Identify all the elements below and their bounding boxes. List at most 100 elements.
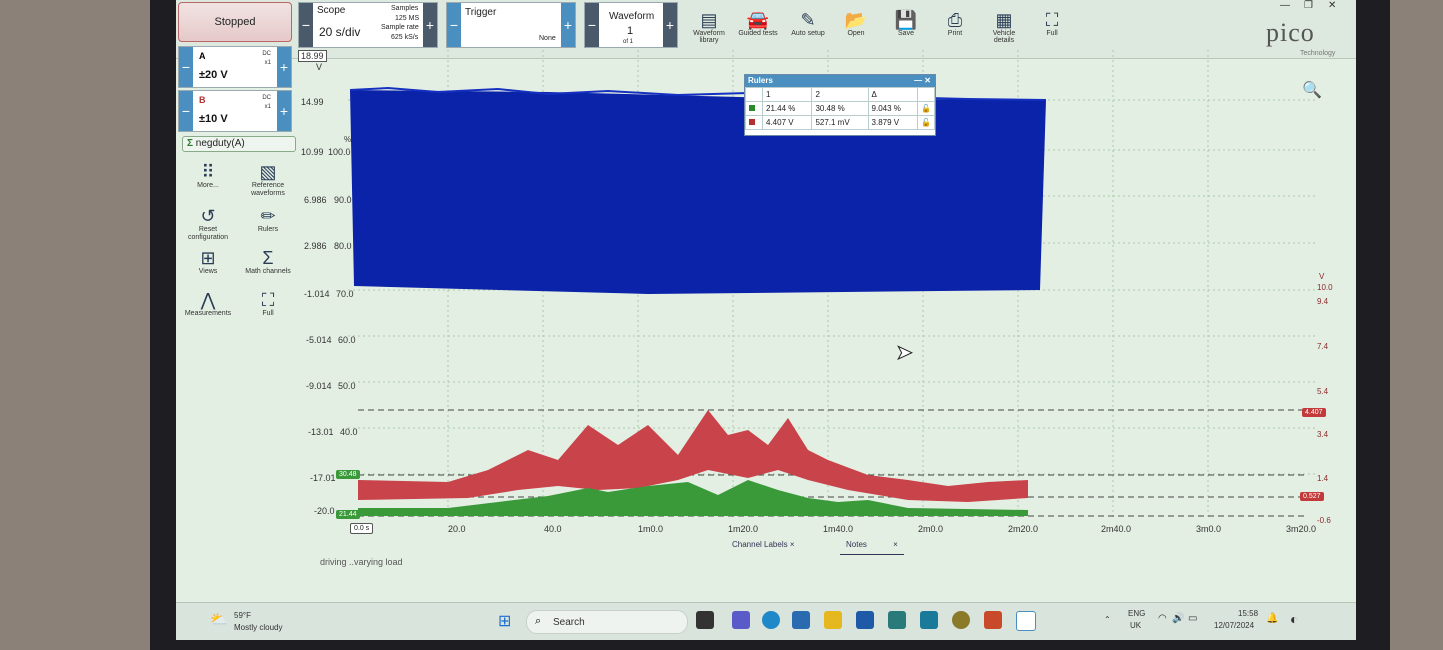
close-icon[interactable]: ✕ [1328, 0, 1336, 11]
full-button[interactable]: ⛶ Full [1032, 10, 1072, 37]
right-axis-tick: 7.4 [1317, 342, 1329, 351]
file-explorer-icon[interactable] [824, 611, 842, 629]
clock-time[interactable]: 15:58 [1238, 609, 1258, 618]
chevron-up-icon[interactable]: ⌃ [1104, 615, 1111, 624]
app-icon[interactable] [888, 611, 906, 629]
channel-a-plus-button[interactable]: + [277, 47, 291, 87]
trigger-control[interactable]: − Trigger None + [446, 2, 576, 48]
battery-icon[interactable]: ▭ [1188, 613, 1197, 624]
app-icon[interactable] [920, 611, 938, 629]
right-axis-tick: -0.6 [1317, 516, 1331, 525]
save-button[interactable]: 💾 Save [886, 10, 926, 37]
zoom-icon[interactable]: 🔍 [1302, 80, 1322, 100]
full-side-button[interactable]: ⛶ Full [240, 290, 296, 318]
measurements-button[interactable]: ⋀ Measurements [180, 290, 236, 318]
auto-setup-button[interactable]: ✎ Auto setup [788, 10, 828, 37]
tab-channel-labels-label: Channel Labels [732, 540, 788, 549]
waveform-plus-button[interactable]: + [663, 3, 677, 47]
mail-icon[interactable] [792, 611, 810, 629]
timebase-plus-button[interactable]: + [423, 3, 437, 47]
edge-icon[interactable] [762, 611, 780, 629]
stopped-button[interactable]: Stopped [178, 2, 292, 42]
channel-b-control[interactable]: − B DC x1 ±10 V + [178, 90, 292, 132]
channel-b-plus-button[interactable]: + [277, 91, 291, 131]
math-channel-label: negduty(A) [195, 138, 245, 149]
trigger-plus-button[interactable]: + [561, 3, 575, 47]
right-axis-tick: 9.4 [1317, 297, 1329, 306]
weather-icon[interactable]: ⛅ [210, 611, 227, 628]
rulers-col-header: Δ [867, 87, 919, 102]
views-icon: ⊞ [200, 248, 216, 268]
store-icon[interactable] [856, 611, 874, 629]
clock-date[interactable]: 12/07/2024 [1214, 621, 1254, 630]
widget-icon[interactable]: ◐ [1290, 611, 1298, 627]
volt-ruler-top-tag[interactable]: 4.407 [1302, 408, 1326, 417]
more-button[interactable]: ⠿ More... [180, 162, 236, 190]
close-icon[interactable]: × [869, 540, 898, 549]
minimize-icon[interactable]: — [1280, 0, 1290, 11]
pico-logo: pico [1266, 18, 1315, 47]
rulers-panel-header[interactable]: Rulers — ✕ [745, 75, 935, 87]
math-channels-button[interactable]: Σ Math channels [240, 248, 296, 276]
x-origin-tag[interactable]: 0.0 s [350, 523, 374, 534]
guided-tests-button[interactable]: 🚘 Guided tests [738, 10, 778, 37]
channel-b-range: ±10 V [199, 113, 228, 125]
wifi-icon[interactable]: ◠ [1158, 613, 1167, 624]
reference-waveforms-button[interactable]: ▧ Reference waveforms [240, 162, 296, 198]
pct-ruler-bottom-tag[interactable]: 21.44 [336, 510, 360, 519]
tab-notes-label: Notes [846, 540, 867, 549]
channel-b-minus-button[interactable]: − [179, 91, 193, 131]
x-axis-tick: 3m0.0 [1196, 524, 1222, 534]
views-button[interactable]: ⊞ Views [180, 248, 236, 276]
math-channel-chip[interactable]: Σ negduty(A) [182, 136, 296, 152]
close-icon[interactable]: — ✕ [914, 75, 935, 87]
app-icon[interactable] [952, 611, 970, 629]
lock-icon[interactable]: 🔓 [917, 101, 935, 116]
timebase-control[interactable]: − Scope 20 s/div Samples 125 MS Sample r… [298, 2, 438, 48]
channel-a-minus-button[interactable]: − [179, 47, 193, 87]
open-button[interactable]: 📂 Open [836, 10, 876, 37]
trigger-minus-button[interactable]: − [447, 3, 461, 47]
language-region[interactable]: UK [1130, 621, 1141, 630]
sample-rate-label: Sample rate [381, 24, 419, 31]
timebase-minus-button[interactable]: − [299, 3, 313, 47]
red-swatch-icon [745, 115, 763, 130]
tab-channel-labels[interactable]: Channel Labels × [732, 540, 795, 554]
rulers-button[interactable]: ✏ Rulers [240, 206, 296, 234]
more-label: More... [197, 182, 219, 189]
volt-ruler-bottom-tag[interactable]: 0.527 [1300, 492, 1324, 501]
windows-start-icon[interactable]: ⊞ [498, 611, 511, 631]
rulers-cell: 4.407 V [761, 115, 813, 130]
close-icon[interactable]: × [790, 540, 795, 549]
reference-waveforms-label: Reference waveforms [251, 182, 285, 197]
lock-icon[interactable]: 🔓 [917, 115, 935, 130]
language-code[interactable]: ENG [1128, 609, 1145, 618]
volume-icon[interactable]: 🔊 [1172, 613, 1184, 624]
task-view-icon[interactable] [696, 611, 714, 629]
math-channels-label: Math channels [245, 268, 291, 275]
pct-ruler-top-tag[interactable]: 30.48 [336, 470, 360, 479]
left-axis-tick: -13.01 [308, 427, 334, 437]
vehicle-details-button[interactable]: ▦ Vehicle details [984, 10, 1024, 44]
waveform-minus-button[interactable]: − [585, 3, 599, 47]
picoscope-taskbar-icon[interactable] [1016, 611, 1036, 631]
waveform-control[interactable]: − Waveform 1 of 1 + [584, 2, 678, 48]
channel-a-control[interactable]: − A DC x1 ±20 V + [178, 46, 292, 88]
waveform-library-button[interactable]: ▤ Waveform library [689, 10, 729, 44]
notification-bell-icon[interactable]: 🔔 [1266, 613, 1278, 624]
tab-notes[interactable]: Notes × [840, 540, 904, 555]
right-axis-unit: V [1319, 272, 1325, 281]
auto-setup-label: Auto setup [791, 30, 825, 37]
left-axis-top-box[interactable]: 18.99 [298, 50, 327, 62]
car-icon: 🚘 [746, 10, 770, 30]
guided-tests-label: Guided tests [738, 30, 778, 37]
app-icon[interactable] [984, 611, 1002, 629]
maximize-icon[interactable]: ❐ [1304, 0, 1313, 11]
reset-configuration-button[interactable]: ↺ Reset configuration [180, 206, 236, 242]
taskbar-search[interactable]: ⌕ Search [526, 610, 688, 634]
print-button[interactable]: ⎙ Print [935, 10, 975, 37]
trigger-mode: None [539, 35, 556, 42]
waveform-library-label: Waveform library [693, 30, 725, 44]
notes-text[interactable]: driving ..varying load [320, 557, 403, 567]
teams-icon[interactable] [732, 611, 750, 629]
